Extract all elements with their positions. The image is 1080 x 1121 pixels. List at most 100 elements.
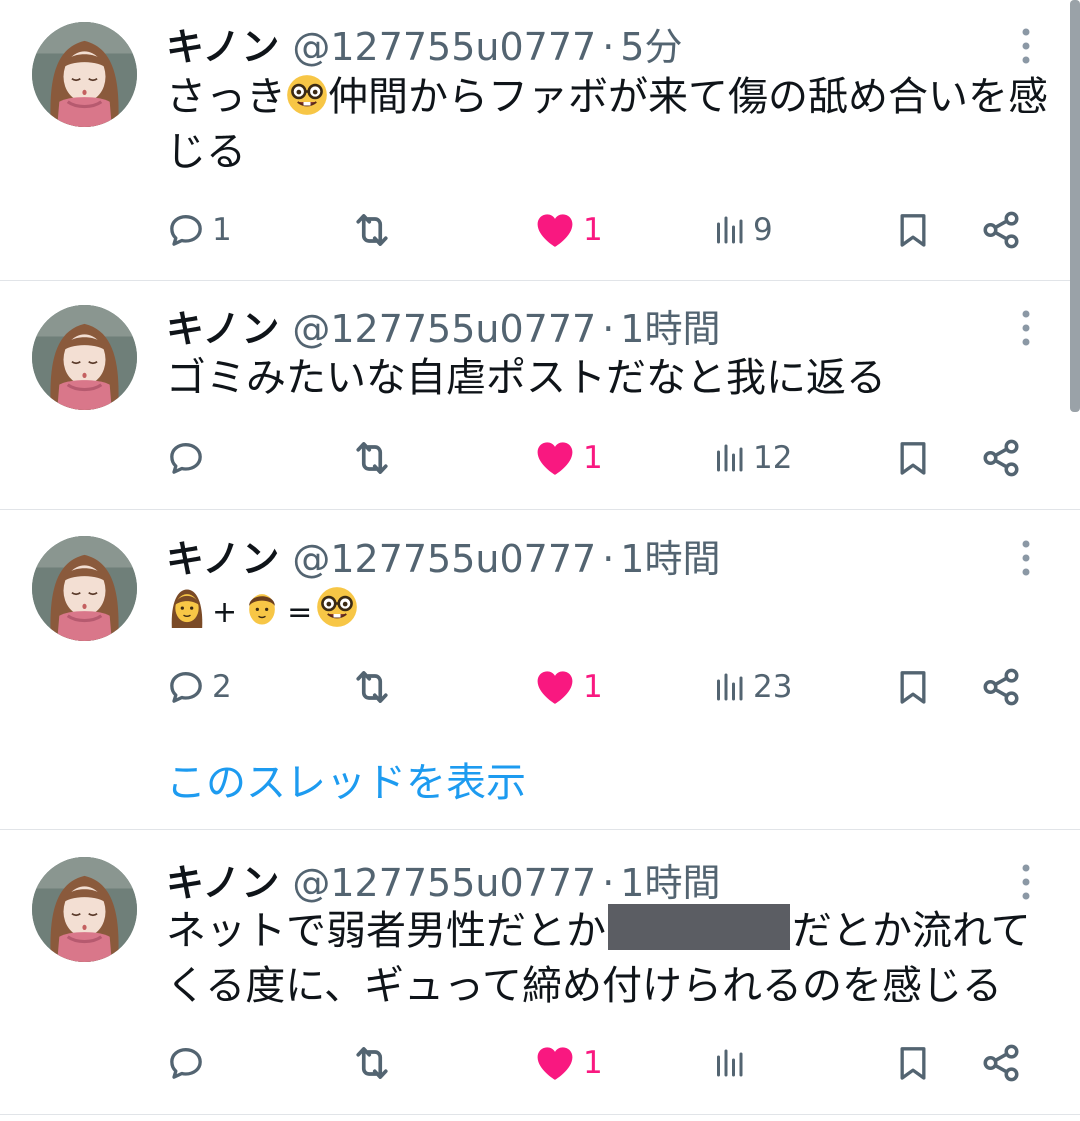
bookmark-button[interactable]: [893, 662, 933, 712]
plus-sign: +: [212, 595, 238, 630]
text-segment: さっき: [166, 74, 286, 120]
user-handle[interactable]: @127755u0777: [292, 537, 596, 581]
separator: ·: [602, 861, 615, 905]
more-icon[interactable]: [1016, 862, 1036, 902]
share-icon: [980, 437, 1022, 479]
man-icon: [241, 586, 283, 628]
like-count: 1: [583, 440, 603, 476]
bookmark-icon: [893, 436, 933, 480]
like-button[interactable]: 1: [533, 662, 603, 712]
heart-icon: [533, 208, 577, 252]
heart-icon: [533, 436, 577, 480]
divider: [0, 1114, 1080, 1115]
share-button[interactable]: [980, 662, 1022, 712]
nerd-face-icon: [316, 586, 358, 628]
equals-sign: =: [287, 595, 313, 630]
retweet-button[interactable]: [350, 662, 394, 712]
divider: [0, 509, 1080, 510]
heart-icon: [533, 665, 577, 709]
user-handle[interactable]: @127755u0777: [292, 861, 596, 905]
retweet-button[interactable]: [350, 433, 394, 483]
reply-icon: [166, 667, 206, 707]
like-count: 1: [583, 1045, 603, 1081]
timestamp[interactable]: 1時間: [620, 537, 720, 581]
user-handle[interactable]: @127755u0777: [292, 307, 596, 351]
retweet-icon: [350, 436, 394, 480]
show-thread-link[interactable]: このスレッドを表示: [166, 750, 526, 808]
views-button[interactable]: 12: [711, 433, 792, 483]
like-button[interactable]: 1: [533, 205, 603, 255]
bookmark-icon: [893, 1041, 933, 1085]
retweet-icon: [350, 1041, 394, 1085]
retweet-button[interactable]: [350, 205, 394, 255]
bookmark-button[interactable]: [893, 205, 933, 255]
reply-button[interactable]: 2: [166, 662, 232, 712]
more-icon[interactable]: [1016, 538, 1036, 578]
views-icon: [711, 440, 747, 476]
avatar[interactable]: [32, 305, 137, 410]
bookmark-icon: [893, 208, 933, 252]
retweet-button[interactable]: [350, 1038, 394, 1088]
tweet-header: キノン @127755u0777 · 1時間: [166, 298, 720, 351]
avatar[interactable]: [32, 857, 137, 962]
separator: ·: [602, 307, 615, 351]
tweet-header: キノン @127755u0777 · 1時間: [166, 528, 720, 581]
display-name[interactable]: キノン: [166, 307, 280, 351]
timestamp[interactable]: 5分: [620, 25, 682, 69]
scrollbar[interactable]: [1070, 0, 1080, 412]
like-button[interactable]: 1: [533, 1038, 603, 1088]
tweet-text: ゴミみたいな自虐ポストだなと我に返る: [166, 355, 886, 401]
bookmark-icon: [893, 665, 933, 709]
share-button[interactable]: [980, 1038, 1022, 1088]
avatar[interactable]: [32, 22, 137, 127]
reply-icon: [166, 438, 206, 478]
view-count: 9: [753, 212, 773, 248]
share-button[interactable]: [980, 433, 1022, 483]
views-icon: [711, 669, 747, 705]
reply-button[interactable]: [166, 433, 212, 483]
tweet-text: ネットで弱者男性だとか だとか流れてくる度に、ギュって締め付けられるのを感じる: [166, 904, 1056, 1014]
tweet-text: さっき 仲間からファボが来て傷の舐め合いを感じる: [166, 70, 1056, 180]
like-count: 1: [583, 669, 603, 705]
avatar[interactable]: [32, 536, 137, 641]
bookmark-button[interactable]: [893, 1038, 933, 1088]
reply-count: 1: [212, 212, 232, 248]
share-button[interactable]: [980, 205, 1022, 255]
like-button[interactable]: 1: [533, 433, 603, 483]
timestamp[interactable]: 1時間: [620, 861, 720, 905]
tweet-header: キノン @127755u0777 · 5分: [166, 16, 682, 69]
views-button[interactable]: 23: [711, 662, 792, 712]
text-segment: ネットで弱者男性だとか: [166, 908, 606, 954]
more-icon[interactable]: [1016, 26, 1036, 66]
views-button[interactable]: 9: [711, 205, 773, 255]
divider: [0, 829, 1080, 830]
reply-count: 2: [212, 669, 232, 705]
reply-icon: [166, 1043, 206, 1083]
tweet-text: + =: [166, 582, 1056, 640]
retweet-icon: [350, 665, 394, 709]
divider: [0, 280, 1080, 281]
view-count: 23: [753, 669, 793, 705]
separator: ·: [602, 537, 615, 581]
views-button[interactable]: [711, 1038, 753, 1088]
tweet-header: キノン @127755u0777 · 1時間: [166, 852, 720, 905]
woman-icon: [166, 586, 208, 628]
reply-icon: [166, 210, 206, 250]
view-count: 12: [753, 440, 793, 476]
separator: ·: [602, 25, 615, 69]
views-icon: [711, 212, 747, 248]
views-icon: [711, 1045, 747, 1081]
reply-button[interactable]: [166, 1038, 212, 1088]
retweet-icon: [350, 208, 394, 252]
display-name[interactable]: キノン: [166, 537, 280, 581]
more-icon[interactable]: [1016, 308, 1036, 348]
reply-button[interactable]: 1: [166, 205, 232, 255]
bookmark-button[interactable]: [893, 433, 933, 483]
display-name[interactable]: キノン: [166, 861, 280, 905]
user-handle[interactable]: @127755u0777: [292, 25, 596, 69]
share-icon: [980, 1042, 1022, 1084]
display-name[interactable]: キノン: [166, 25, 280, 69]
timestamp[interactable]: 1時間: [620, 307, 720, 351]
share-icon: [980, 666, 1022, 708]
share-icon: [980, 209, 1022, 251]
